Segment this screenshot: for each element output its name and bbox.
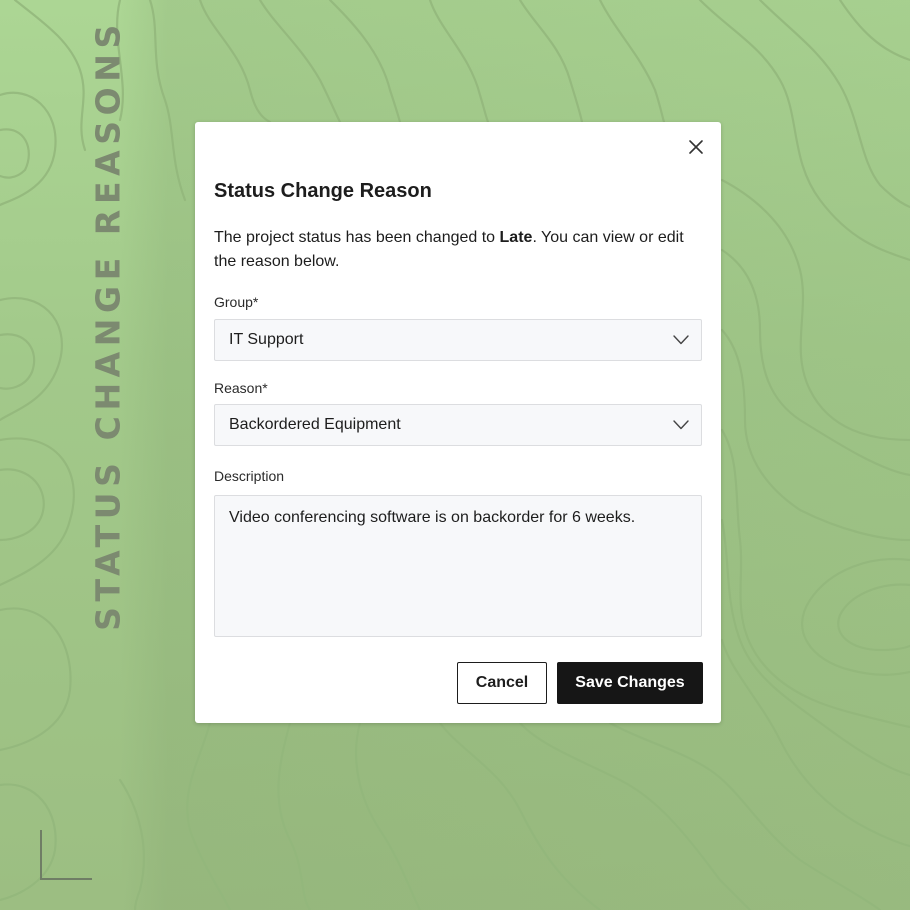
- save-changes-button[interactable]: Save Changes: [557, 662, 703, 704]
- side-title: STATUS CHANGE REASONS: [88, 19, 128, 631]
- close-button[interactable]: [687, 138, 705, 156]
- status-change-dialog: Status Change Reason The project status …: [195, 122, 721, 723]
- close-icon: [689, 140, 703, 154]
- corner-mark: [40, 830, 92, 880]
- description-textarea[interactable]: Video conferencing software is on backor…: [214, 495, 702, 637]
- chevron-down-icon: [673, 335, 689, 345]
- cancel-button[interactable]: Cancel: [457, 662, 547, 704]
- chevron-down-icon: [673, 420, 689, 430]
- group-select[interactable]: IT Support: [214, 319, 702, 361]
- group-label: Group*: [214, 294, 259, 310]
- reason-select-value: Backordered Equipment: [229, 416, 401, 433]
- group-select-value: IT Support: [229, 331, 304, 348]
- dialog-title: Status Change Reason: [214, 180, 432, 202]
- dialog-description: The project status has been changed to L…: [214, 226, 704, 274]
- reason-select[interactable]: Backordered Equipment: [214, 404, 702, 446]
- reason-label: Reason*: [214, 380, 268, 396]
- intro-prefix: The project status has been changed to: [214, 229, 500, 246]
- description-label: Description: [214, 468, 285, 484]
- status-value: Late: [499, 229, 533, 246]
